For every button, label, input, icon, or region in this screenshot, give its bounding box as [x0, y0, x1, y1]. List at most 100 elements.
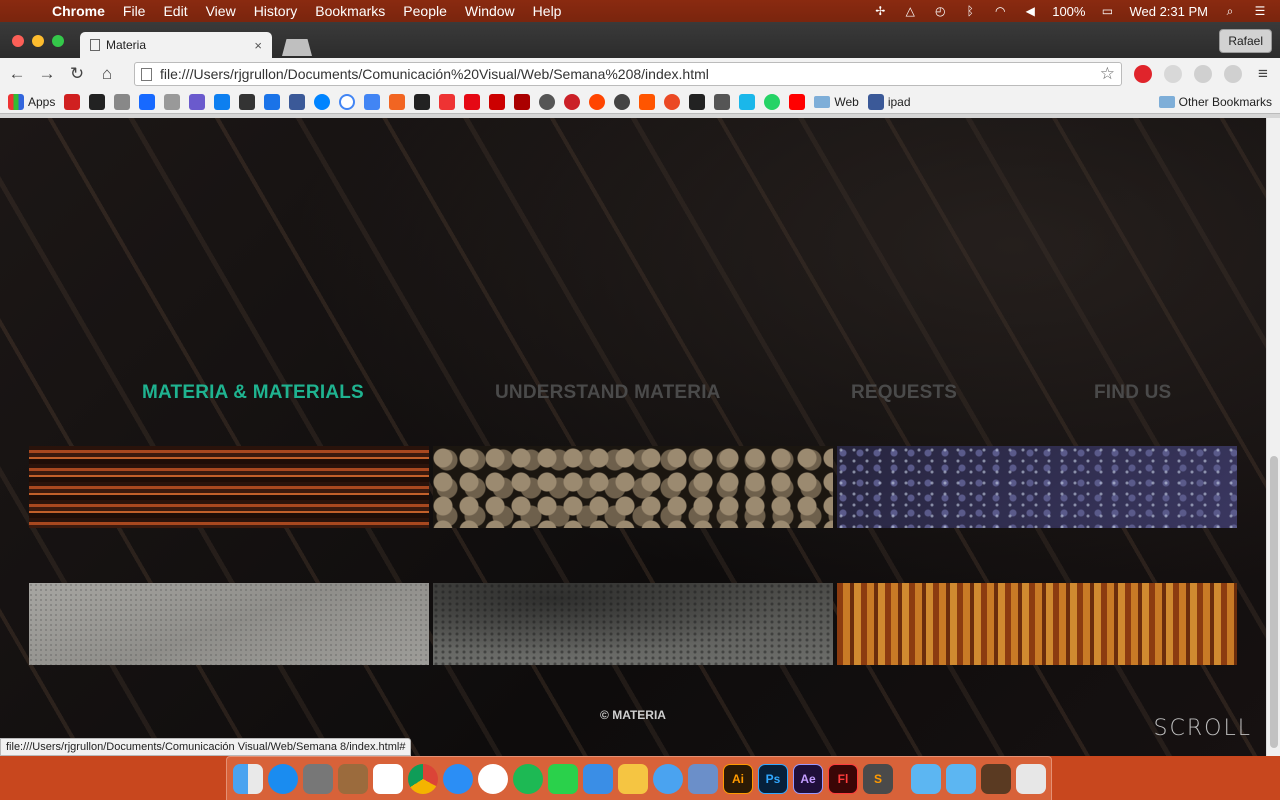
adobe-icon[interactable]: [64, 93, 81, 110]
volume-icon[interactable]: ◀: [1022, 4, 1038, 18]
vimeo-icon[interactable]: [739, 93, 756, 110]
menu-window[interactable]: Window: [456, 3, 524, 19]
menu-help[interactable]: Help: [524, 3, 571, 19]
sublime-text-icon[interactable]: S: [863, 763, 893, 794]
system-preferences-icon[interactable]: [303, 763, 333, 794]
bookmark-star-icon[interactable]: ☆: [1100, 64, 1115, 84]
soundcloud-icon[interactable]: [639, 93, 656, 110]
bookmark-crest-icon[interactable]: [189, 93, 206, 110]
google-icon[interactable]: [339, 93, 356, 110]
search-extension-icon[interactable]: [1164, 65, 1182, 83]
material-tile-concrete[interactable]: [433, 583, 833, 665]
bookmark-ns-icon[interactable]: [514, 93, 531, 110]
page-info-icon[interactable]: [141, 67, 152, 81]
forward-icon[interactable]: →: [38, 64, 56, 84]
speedometer-icon[interactable]: [614, 93, 631, 110]
tab-close-icon[interactable]: ×: [254, 38, 262, 53]
spotify-icon[interactable]: [513, 763, 543, 794]
bookmark-c-icon[interactable]: [164, 93, 181, 110]
vectr-icon[interactable]: [714, 93, 731, 110]
bookmark-j-icon[interactable]: [389, 93, 406, 110]
tab-materia[interactable]: Materia ×: [80, 32, 272, 58]
nav-materia-materials[interactable]: MATERIA & MATERIALS: [142, 382, 364, 404]
material-tile-granite[interactable]: [837, 446, 1237, 528]
behance-icon[interactable]: [139, 93, 156, 110]
whatsapp-icon[interactable]: [764, 93, 781, 110]
bookmark-ipad[interactable]: ipad: [867, 93, 911, 110]
battery-icon[interactable]: ▭: [1099, 4, 1115, 18]
stumbleupon-icon[interactable]: [664, 93, 681, 110]
spotlight-icon[interactable]: ⌕: [1222, 4, 1238, 18]
menu-icon[interactable]: ≡: [1254, 64, 1272, 84]
bookmark-e-icon[interactable]: [264, 93, 281, 110]
menu-history[interactable]: History: [245, 3, 307, 19]
facebook-icon[interactable]: [289, 93, 306, 110]
material-tile-logs[interactable]: [433, 446, 833, 528]
menu-view[interactable]: View: [197, 3, 245, 19]
bookmark-circle-icon[interactable]: [539, 93, 556, 110]
close-window-button[interactable]: [12, 35, 24, 47]
material-tile-stone[interactable]: [29, 583, 429, 665]
nav-understand-materia[interactable]: UNDERSTAND MATERIA: [495, 382, 721, 404]
keynote-icon[interactable]: [583, 763, 613, 794]
illustrator-icon[interactable]: Ai: [723, 763, 753, 794]
address-bar[interactable]: file:///Users/rjgrullon/Documents/Comuni…: [134, 62, 1122, 86]
menu-file[interactable]: File: [114, 3, 155, 19]
clock[interactable]: Wed 2:31 PM: [1129, 4, 1208, 19]
back-icon[interactable]: ←: [8, 64, 26, 84]
nav-find-us[interactable]: FIND US: [1094, 382, 1171, 404]
notification-center-icon[interactable]: ☰: [1252, 4, 1268, 18]
time-machine-icon[interactable]: ◴: [932, 4, 948, 18]
bookmark-new-icon[interactable]: [489, 93, 506, 110]
bookmark-apps[interactable]: Apps: [8, 93, 55, 110]
youtube-icon[interactable]: [789, 93, 806, 110]
bookmark-plane-icon[interactable]: [439, 93, 456, 110]
menu-edit[interactable]: Edit: [154, 3, 196, 19]
material-tile-wood[interactable]: [29, 446, 429, 528]
drive-extension-icon[interactable]: [1224, 65, 1242, 83]
reddit-icon[interactable]: [589, 93, 606, 110]
folder-icon[interactable]: [946, 763, 976, 794]
bluetooth-icon[interactable]: ᛒ: [962, 4, 978, 18]
preview-icon[interactable]: [618, 763, 648, 794]
reload-icon[interactable]: ↻: [68, 64, 86, 84]
zoom-window-button[interactable]: [52, 35, 64, 47]
bookmark-briefcase-icon[interactable]: [239, 93, 256, 110]
menu-app[interactable]: Chrome: [40, 3, 114, 19]
bookmark-folder-web[interactable]: Web: [814, 95, 859, 109]
finder-icon[interactable]: [233, 763, 263, 794]
scrollbar-thumb[interactable]: [1270, 456, 1278, 748]
dropbox-icon[interactable]: [214, 93, 231, 110]
bookmark-car-icon[interactable]: [689, 93, 706, 110]
photoshop-icon[interactable]: Ps: [758, 763, 788, 794]
page-scrollbar[interactable]: [1266, 118, 1280, 756]
url-text[interactable]: file:///Users/rjgrullon/Documents/Comuni…: [160, 66, 709, 82]
safari-icon[interactable]: [443, 763, 473, 794]
app-store-icon[interactable]: [268, 763, 298, 794]
pinterest-icon[interactable]: [564, 93, 581, 110]
photo-app-icon[interactable]: [688, 763, 718, 794]
pinwheel-icon[interactable]: ✢: [872, 4, 888, 18]
nav-requests[interactable]: REQUESTS: [851, 382, 957, 404]
home-icon[interactable]: ⌂: [98, 64, 116, 84]
facetime-icon[interactable]: [548, 763, 578, 794]
minimize-window-button[interactable]: [32, 35, 44, 47]
bookmark-4-icon[interactable]: [414, 93, 431, 110]
other-bookmarks[interactable]: Other Bookmarks: [1158, 95, 1272, 109]
apple-bookmark-icon[interactable]: [114, 93, 131, 110]
battery-percent[interactable]: 100%: [1052, 4, 1085, 19]
wifi-icon[interactable]: ◠: [992, 4, 1008, 18]
calendar-icon[interactable]: [373, 763, 403, 794]
notes-book-icon[interactable]: [338, 763, 368, 794]
menu-people[interactable]: People: [394, 3, 456, 19]
opera-extension-icon[interactable]: [1134, 65, 1152, 83]
profile-button[interactable]: Rafael: [1219, 29, 1272, 53]
new-tab-button[interactable]: [282, 39, 312, 56]
itunes-icon[interactable]: [478, 763, 508, 794]
flash-icon[interactable]: Fl: [828, 763, 858, 794]
amazon-icon[interactable]: [89, 93, 106, 110]
after-effects-icon[interactable]: Ae: [793, 763, 823, 794]
messenger-icon[interactable]: [314, 93, 331, 110]
menu-bookmarks[interactable]: Bookmarks: [306, 3, 394, 19]
chrome-icon[interactable]: [408, 763, 438, 794]
